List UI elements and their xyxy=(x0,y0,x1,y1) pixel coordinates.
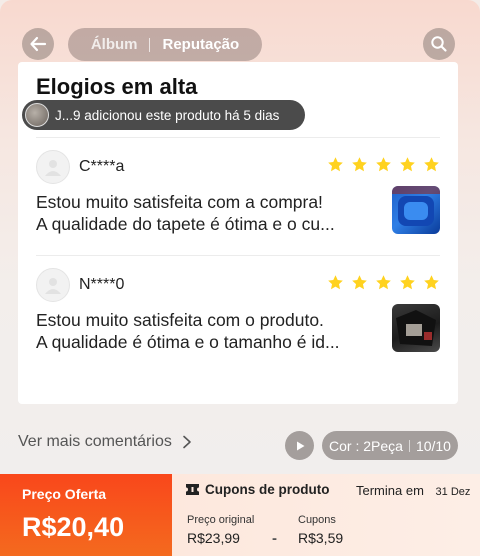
pill-separator xyxy=(408,439,410,452)
star-icon xyxy=(352,275,367,290)
more-comments-label: Ver mais comentários xyxy=(18,433,172,450)
star-icon xyxy=(400,275,415,290)
review-username: N****0 xyxy=(79,276,125,293)
star-rating xyxy=(327,156,440,173)
review-photo[interactable] xyxy=(392,186,440,234)
review-item[interactable]: N****0 Estou muito satisfeita com o prod… xyxy=(36,268,440,378)
star-icon xyxy=(400,157,415,172)
play-button[interactable] xyxy=(285,431,314,460)
review-photo-image xyxy=(396,310,436,346)
variant-label: Cor : 2Peça xyxy=(329,437,403,454)
activity-toast: J...9 adicionou este produto há 5 dias xyxy=(22,100,305,130)
review-photo-image xyxy=(392,186,440,226)
back-button[interactable] xyxy=(22,28,54,60)
search-button[interactable] xyxy=(423,28,455,60)
original-price-label: Preço original xyxy=(187,514,255,526)
ends-info: Termina em 31 Dez xyxy=(356,483,470,498)
star-icon xyxy=(424,275,439,290)
chevron-right-icon xyxy=(183,435,191,449)
more-comments-link[interactable]: Ver mais comentários xyxy=(18,433,192,451)
variant-counter-pill[interactable]: Cor : 2Peça 10/10 xyxy=(322,431,458,460)
card-title: Elogios em alta xyxy=(36,74,198,99)
star-icon xyxy=(352,157,367,172)
play-icon xyxy=(296,441,304,450)
coupons-value: R$3,59 xyxy=(298,530,344,546)
toast-text: J...9 adicionou este produto há 5 dias xyxy=(55,107,280,123)
ticket-icon xyxy=(186,484,199,495)
tab-switcher: Álbum Reputação xyxy=(68,28,262,61)
coupons-title-text: Cupons de produto xyxy=(205,482,330,497)
review-text: Estou muito satisfeita com o produto. A … xyxy=(36,309,376,353)
offer-price: R$20,40 xyxy=(22,512,125,542)
price-bar: Preço Oferta R$20,40 Cupons de produto T… xyxy=(0,474,480,556)
search-icon xyxy=(431,36,447,52)
top-bar: Álbum Reputação xyxy=(0,28,480,62)
review-item[interactable]: C****a Estou muito satisfeita com a comp… xyxy=(36,150,440,260)
star-rating xyxy=(327,274,440,291)
review-text-line: A qualidade é ótima e o tamanho é id... xyxy=(36,332,340,352)
review-text-line: Estou muito satisfeita com a compra! xyxy=(36,192,323,212)
divider xyxy=(36,137,440,138)
minus-sign: - xyxy=(272,530,277,547)
review-text-line: Estou muito satisfeita com o produto. xyxy=(36,310,324,330)
star-icon xyxy=(376,157,391,172)
ends-label: Termina em xyxy=(356,483,424,498)
review-text-line: A qualidade do tapete é ótima e o cu... xyxy=(36,214,335,234)
user-placeholder-icon xyxy=(45,278,61,294)
toast-avatar xyxy=(25,103,49,127)
ends-date: 31 Dez xyxy=(435,486,471,498)
divider xyxy=(36,255,440,256)
avatar xyxy=(36,150,70,184)
avatar xyxy=(36,268,70,302)
user-placeholder-icon xyxy=(45,160,61,176)
review-photo[interactable] xyxy=(392,304,440,352)
tab-separator xyxy=(149,37,151,52)
review-text: Estou muito satisfeita com a compra! A q… xyxy=(36,191,376,235)
tab-album[interactable]: Álbum xyxy=(91,36,138,53)
back-arrow-icon xyxy=(30,36,47,52)
offer-price-block: Preço Oferta R$20,40 xyxy=(0,474,172,556)
tab-reputacao[interactable]: Reputação xyxy=(162,36,239,53)
star-icon xyxy=(328,157,343,172)
original-price-value: R$23,99 xyxy=(187,530,240,546)
star-icon xyxy=(424,157,439,172)
star-icon xyxy=(328,275,343,290)
star-icon xyxy=(376,275,391,290)
reviews-card: Elogios em alta J...9 adicionou este pro… xyxy=(18,62,458,404)
photo-counter: 10/10 xyxy=(415,437,451,454)
coupon-block[interactable]: Cupons de produto Termina em 31 Dez Preç… xyxy=(172,474,480,556)
coupons-title: Cupons de produto xyxy=(186,482,329,497)
offer-label: Preço Oferta xyxy=(22,486,107,502)
review-username: C****a xyxy=(79,158,125,175)
coupons-label: Cupons xyxy=(298,514,336,526)
